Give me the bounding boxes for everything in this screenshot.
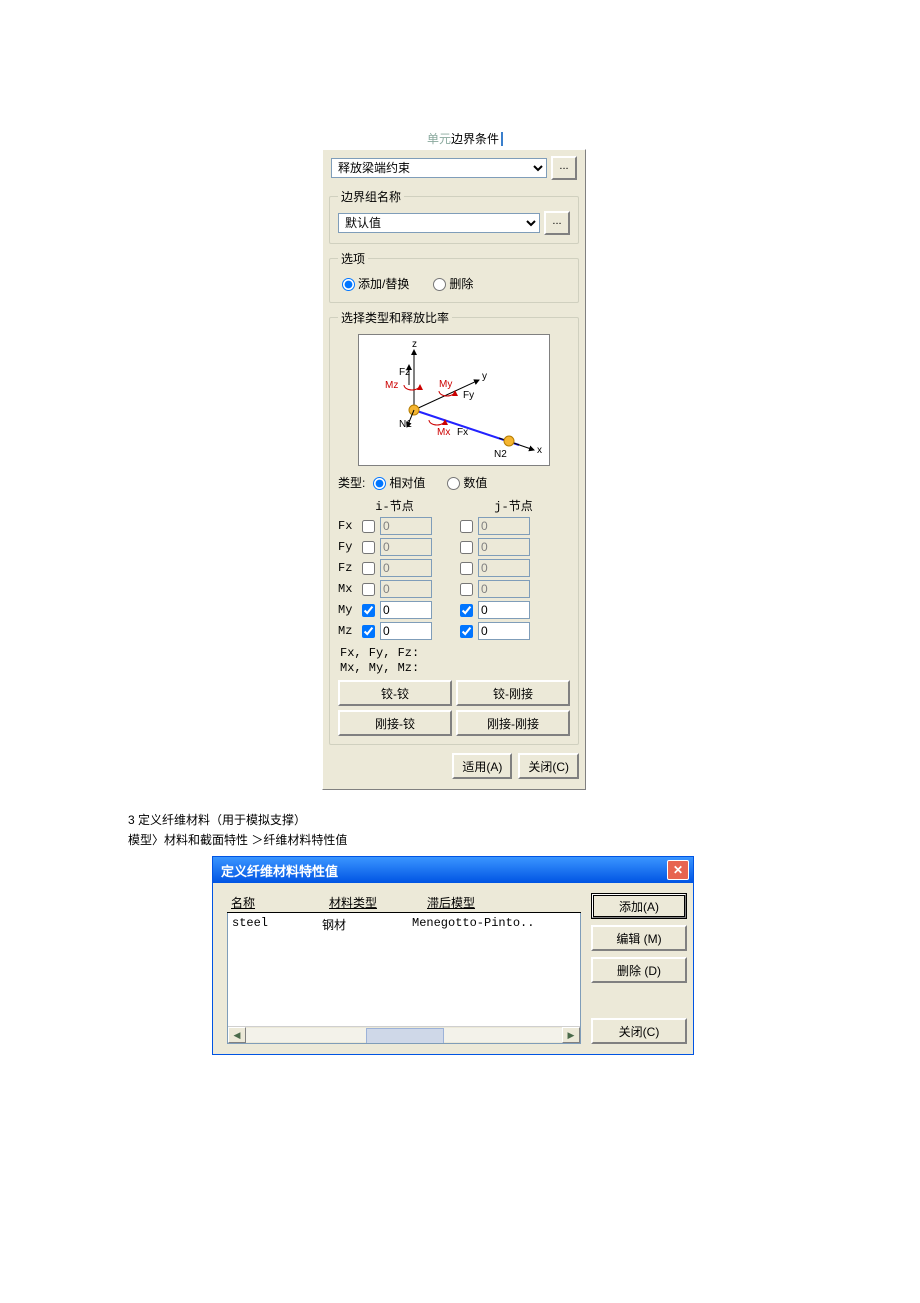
- dialog-titlebar[interactable]: 定义纤维材料特性值 ✕: [213, 857, 693, 883]
- i-Fx-check[interactable]: [362, 520, 375, 533]
- list-header: 名称 材料类型 滞后模型: [227, 893, 581, 913]
- i-Mz-input[interactable]: [380, 622, 432, 640]
- j-Mx-check[interactable]: [460, 583, 473, 596]
- i-node-legend: i-节点: [338, 497, 451, 514]
- scroll-thumb[interactable]: [366, 1028, 444, 1044]
- force-note: Fx, Fy, Fz: Mx, My, Mz:: [340, 646, 570, 676]
- axes-diagram: z y x Fz Mz My Fy Mx Fx N1 N2: [358, 334, 550, 466]
- beam-end-release-panel: 释放梁端约束 ... 边界组名称 默认值 ... 选项 添加/替换 删除 选择类…: [322, 149, 586, 790]
- i-node-fieldset: i-节点: [338, 497, 451, 514]
- radio-delete-input[interactable]: [433, 278, 446, 291]
- j-Mx-input[interactable]: [478, 580, 530, 598]
- i-Fy-input[interactable]: [380, 538, 432, 556]
- radio-delete[interactable]: 删除: [433, 275, 473, 292]
- svg-text:y: y: [482, 371, 487, 382]
- text-cursor: [501, 132, 503, 146]
- j-Mz-check[interactable]: [460, 625, 473, 638]
- header-type[interactable]: 材料类型: [325, 893, 423, 912]
- i-Fz-check[interactable]: [362, 562, 375, 575]
- svg-text:z: z: [412, 339, 417, 350]
- dof-label-My: My: [338, 603, 362, 617]
- select-type-fieldset: 选择类型和释放比率 z y x Fz: [329, 309, 579, 745]
- table-row[interactable]: steel 钢材 Menegotto-Pinto..: [232, 916, 576, 933]
- dof-label-Mx: Mx: [338, 582, 362, 596]
- boundary-group-legend: 边界组名称: [338, 188, 404, 205]
- radio-value[interactable]: 数值: [447, 474, 487, 491]
- i-My-input[interactable]: [380, 601, 432, 619]
- add-button[interactable]: 添加(A): [591, 893, 687, 919]
- dof-label-Fx: Fx: [338, 519, 362, 533]
- j-Fy-input[interactable]: [478, 538, 530, 556]
- hinge-hinge-button[interactable]: 铰-铰: [338, 680, 452, 706]
- rigid-rigid-button[interactable]: 刚接-刚接: [456, 710, 570, 736]
- fiber-material-dialog: 定义纤维材料特性值 ✕ 名称 材料类型 滞后模型 steel 钢材 Menego…: [212, 856, 694, 1055]
- options-fieldset: 选项 添加/替换 删除: [329, 250, 579, 303]
- i-Mz-check[interactable]: [362, 625, 375, 638]
- i-My-check[interactable]: [362, 604, 375, 617]
- header-name[interactable]: 名称: [227, 893, 325, 912]
- svg-text:x: x: [537, 445, 542, 456]
- i-Mx-check[interactable]: [362, 583, 375, 596]
- select-type-legend: 选择类型和释放比率: [338, 309, 452, 326]
- delete-button[interactable]: 删除 (D): [591, 957, 687, 983]
- header-model[interactable]: 滞后模型: [423, 893, 581, 912]
- i-Mx-input[interactable]: [380, 580, 432, 598]
- step-text: 3 定义纤维材料（用于模拟支撑） 模型〉材料和截面特性 ＞纤维材料特性值: [128, 810, 920, 850]
- svg-text:Fx: Fx: [457, 427, 468, 438]
- radio-add-replace[interactable]: 添加/替换: [342, 275, 409, 292]
- radio-add-replace-input[interactable]: [342, 278, 355, 291]
- scroll-track[interactable]: [246, 1028, 562, 1042]
- close-icon[interactable]: ✕: [667, 860, 689, 880]
- dof-label-Mz: Mz: [338, 624, 362, 638]
- svg-text:Mz: Mz: [385, 380, 398, 391]
- j-Fy-check[interactable]: [460, 541, 473, 554]
- dof-label-Fy: Fy: [338, 540, 362, 554]
- horizontal-scrollbar[interactable]: ◀ ▶: [228, 1026, 580, 1043]
- i-Fy-check[interactable]: [362, 541, 375, 554]
- radio-relative[interactable]: 相对值: [373, 474, 425, 491]
- caption-grey: 单元: [427, 132, 451, 146]
- scroll-left-button[interactable]: ◀: [228, 1027, 246, 1043]
- j-Fz-input[interactable]: [478, 559, 530, 577]
- close-button[interactable]: 关闭(C): [518, 753, 579, 779]
- boundary-group-combo[interactable]: 默认值: [338, 213, 540, 233]
- dialog-title: 定义纤维材料特性值: [221, 861, 338, 880]
- dialog-close-button[interactable]: 关闭(C): [591, 1018, 687, 1044]
- main-type-combo[interactable]: 释放梁端约束: [331, 158, 547, 178]
- svg-text:Mx: Mx: [437, 427, 450, 438]
- svg-text:Fz: Fz: [399, 367, 410, 378]
- caption-black: 边界条件: [451, 132, 499, 146]
- j-Fx-input[interactable]: [478, 517, 530, 535]
- j-Fx-check[interactable]: [460, 520, 473, 533]
- j-Mz-input[interactable]: [478, 622, 530, 640]
- svg-text:Fy: Fy: [463, 390, 474, 401]
- material-list: 名称 材料类型 滞后模型 steel 钢材 Menegotto-Pinto.. …: [227, 893, 581, 1044]
- svg-text:N1: N1: [399, 419, 412, 430]
- boundary-group-fieldset: 边界组名称 默认值 ...: [329, 188, 579, 244]
- j-node-legend: j-节点: [457, 497, 570, 514]
- list-body[interactable]: steel 钢材 Menegotto-Pinto.. ◀ ▶: [227, 913, 581, 1044]
- options-legend: 选项: [338, 250, 368, 267]
- main-type-more-button[interactable]: ...: [551, 156, 577, 180]
- radio-relative-input[interactable]: [373, 477, 386, 490]
- hinge-rigid-button[interactable]: 铰-刚接: [456, 680, 570, 706]
- scroll-right-button[interactable]: ▶: [562, 1027, 580, 1043]
- dof-label-Fz: Fz: [338, 561, 362, 575]
- edit-button[interactable]: 编辑 (M): [591, 925, 687, 951]
- i-Fx-input[interactable]: [380, 517, 432, 535]
- caption: 单元边界条件: [10, 130, 920, 147]
- svg-text:N2: N2: [494, 449, 507, 460]
- j-node-fieldset: j-节点: [457, 497, 570, 514]
- j-Fz-check[interactable]: [460, 562, 473, 575]
- j-My-input[interactable]: [478, 601, 530, 619]
- svg-text:My: My: [439, 379, 452, 390]
- type-label: 类型:: [338, 474, 365, 491]
- i-Fz-input[interactable]: [380, 559, 432, 577]
- boundary-group-more-button[interactable]: ...: [544, 211, 570, 235]
- j-My-check[interactable]: [460, 604, 473, 617]
- rigid-hinge-button[interactable]: 刚接-铰: [338, 710, 452, 736]
- radio-value-input[interactable]: [447, 477, 460, 490]
- apply-button[interactable]: 适用(A): [452, 753, 512, 779]
